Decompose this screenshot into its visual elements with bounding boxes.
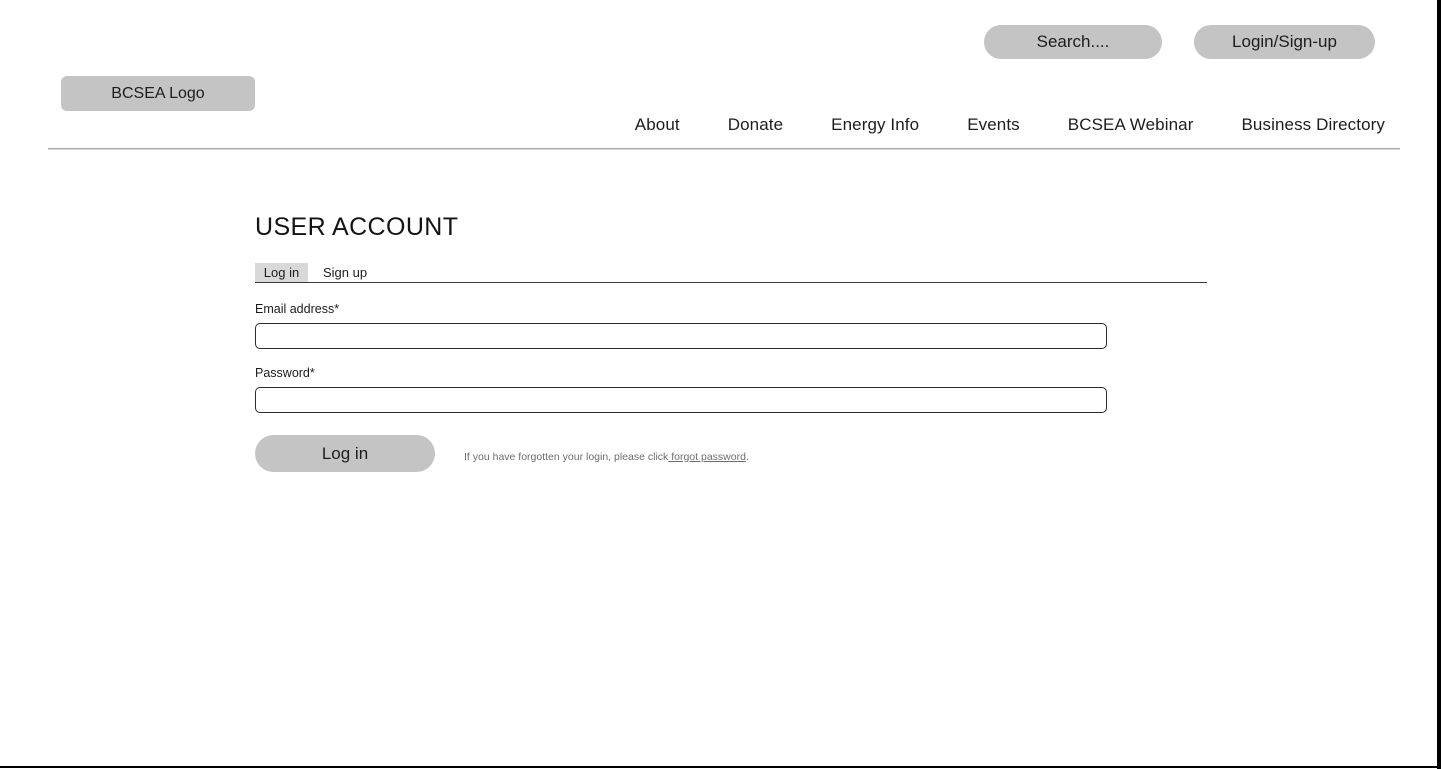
helper-prefix-text: If you have forgotten your login, please… (464, 450, 669, 463)
account-tabs: Log in Sign up (255, 263, 1207, 285)
tab-log-in[interactable]: Log in (255, 263, 308, 282)
login-form: Email address* Password* Log in If you h… (255, 301, 1255, 472)
window-frame-bottom-border (0, 766, 1441, 768)
email-field-group: Email address* (255, 301, 1255, 349)
helper-suffix-text: . (745, 450, 749, 463)
search-button[interactable]: Search.... (984, 25, 1162, 59)
login-signup-button[interactable]: Login/Sign-up (1194, 25, 1375, 59)
forgot-password-link[interactable]: forgot password (668, 451, 746, 463)
nav-item-business-directory[interactable]: Business Directory (1241, 115, 1385, 135)
forgot-password-helper: If you have forgotten your login, please… (464, 444, 749, 464)
submit-row: Log in If you have forgotten your login,… (255, 435, 1255, 472)
nav-item-energy-info[interactable]: Energy Info (831, 115, 919, 135)
nav-item-bcsea-webinar[interactable]: BCSEA Webinar (1068, 115, 1194, 135)
email-input[interactable] (255, 323, 1107, 349)
page-title: USER ACCOUNT (255, 213, 459, 241)
password-field-group: Password* (255, 365, 1255, 413)
main-navigation: About Donate Energy Info Events BCSEA We… (600, 110, 1400, 140)
log-in-button[interactable]: Log in (255, 435, 435, 472)
main-content: USER ACCOUNT Log in Sign up Email addres… (255, 210, 1255, 472)
tab-sign-up[interactable]: Sign up (323, 263, 367, 282)
password-label: Password* (255, 366, 315, 380)
site-logo[interactable]: BCSEA Logo (61, 76, 255, 111)
page-root: Search.... Login/Sign-up BCSEA Logo Abou… (0, 0, 1441, 769)
nav-item-donate[interactable]: Donate (728, 115, 783, 135)
nav-item-about[interactable]: About (635, 115, 680, 135)
password-input[interactable] (255, 387, 1107, 413)
header-top-actions: Search.... Login/Sign-up (0, 25, 1400, 59)
window-frame-right-border (1437, 0, 1441, 769)
email-label: Email address* (255, 302, 340, 316)
tabs-underline (255, 282, 1207, 283)
nav-item-events[interactable]: Events (967, 115, 1020, 135)
header-divider (48, 148, 1400, 150)
